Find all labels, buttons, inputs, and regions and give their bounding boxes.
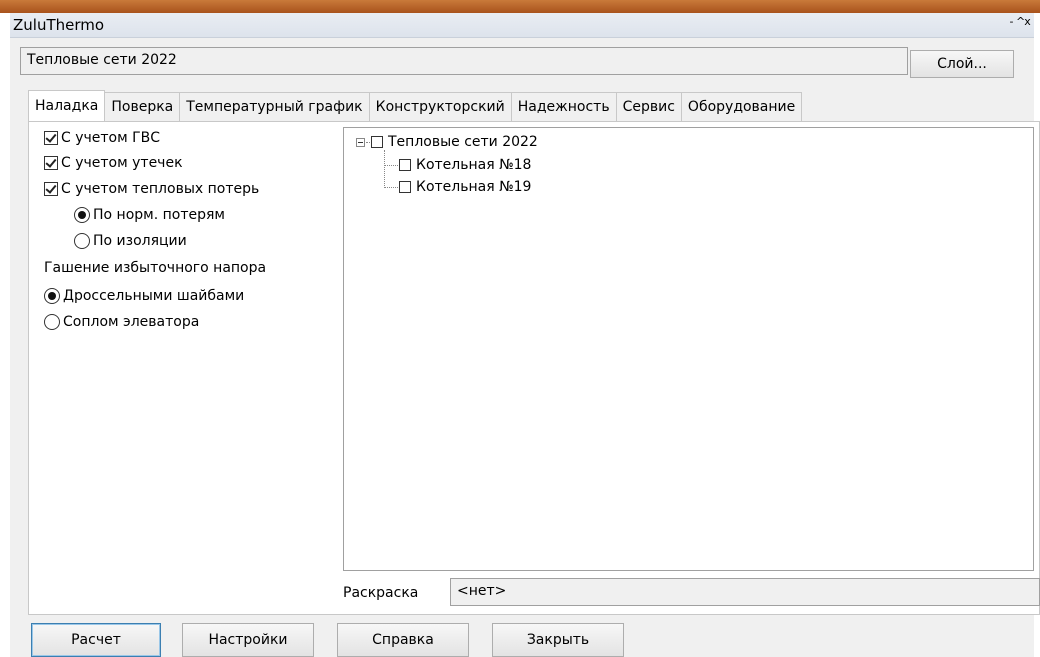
tree-item[interactable]: Котельная №19 — [384, 179, 531, 195]
window-controls: - ^x — [1008, 15, 1032, 28]
option-norm-loss-label: По норм. потерям — [93, 207, 225, 223]
layer-button[interactable]: Слой... — [910, 50, 1014, 78]
checkbox-icon[interactable] — [44, 131, 58, 145]
option-norm-loss[interactable]: По норм. потерям — [74, 207, 225, 223]
checkbox-icon[interactable] — [44, 182, 58, 196]
option-leaks-label: С учетом утечек — [61, 155, 183, 171]
layer-name-field[interactable]: Тепловые сети 2022 — [20, 47, 908, 75]
close-icon[interactable]: x — [1024, 15, 1032, 28]
tree-item-label: Котельная №18 — [416, 157, 532, 173]
radio-icon[interactable] — [74, 207, 90, 223]
radio-icon[interactable] — [74, 233, 90, 249]
option-heat-loss-label: С учетом тепловых потерь — [61, 181, 260, 197]
option-heat-loss[interactable]: С учетом тепловых потерь — [44, 181, 259, 197]
option-throttle-label: Дроссельными шайбами — [63, 288, 245, 304]
help-button[interactable]: Справка — [337, 623, 469, 657]
tree-checkbox-icon[interactable] — [371, 136, 383, 148]
coloring-select[interactable]: <нет> — [450, 578, 1040, 606]
tab-bar: Наладка Поверка Температурный график Кон… — [28, 90, 803, 122]
option-leaks[interactable]: С учетом утечек — [44, 155, 183, 171]
tree-root[interactable]: Тепловые сети 2022 — [356, 134, 538, 150]
tab-reliability[interactable]: Надежность — [510, 92, 617, 121]
option-nozzle[interactable]: Соплом элеватора — [44, 314, 199, 330]
checkbox-icon[interactable] — [44, 156, 58, 170]
title-bar[interactable]: ZuluThermo - ^x — [10, 13, 1034, 38]
tab-adjustment[interactable]: Наладка — [28, 90, 106, 121]
option-gvs[interactable]: С учетом ГВС — [44, 130, 160, 146]
tab-service[interactable]: Сервис — [615, 92, 682, 121]
tab-design[interactable]: Конструкторский — [368, 92, 512, 121]
tab-verification[interactable]: Поверка — [104, 92, 181, 121]
tree-item[interactable]: Котельная №18 — [384, 157, 531, 173]
tree-checkbox-icon[interactable] — [399, 159, 411, 171]
tree-root-label: Тепловые сети 2022 — [388, 134, 538, 150]
tree-item-label: Котельная №19 — [416, 179, 532, 195]
radio-icon[interactable] — [44, 314, 60, 330]
pressure-group-label: Гашение избыточного напора — [44, 260, 267, 276]
tab-equipment[interactable]: Оборудование — [680, 92, 803, 121]
network-tree[interactable]: Тепловые сети 2022 Котельная №18 Котельн… — [343, 127, 1034, 571]
tab-temperature-chart[interactable]: Температурный график — [179, 92, 370, 121]
minimize-icon[interactable]: - — [1008, 15, 1016, 28]
option-insulation[interactable]: По изоляции — [74, 233, 187, 249]
calculate-button[interactable]: Расчет — [31, 623, 161, 657]
radio-icon[interactable] — [44, 288, 60, 304]
coloring-label: Раскраска — [343, 585, 419, 601]
window-title: ZuluThermo — [13, 16, 105, 34]
tree-checkbox-icon[interactable] — [399, 181, 411, 193]
window-frame-left — [0, 13, 10, 657]
close-button[interactable]: Закрыть — [492, 623, 624, 657]
option-insulation-label: По изоляции — [93, 233, 187, 249]
option-nozzle-label: Соплом элеватора — [63, 314, 200, 330]
collapse-icon[interactable] — [356, 137, 365, 147]
maximize-icon[interactable]: ^ — [1016, 15, 1025, 28]
option-gvs-label: С учетом ГВС — [61, 130, 161, 146]
window-top-strip — [0, 0, 1040, 13]
settings-button[interactable]: Настройки — [182, 623, 314, 657]
option-throttle[interactable]: Дроссельными шайбами — [44, 288, 244, 304]
